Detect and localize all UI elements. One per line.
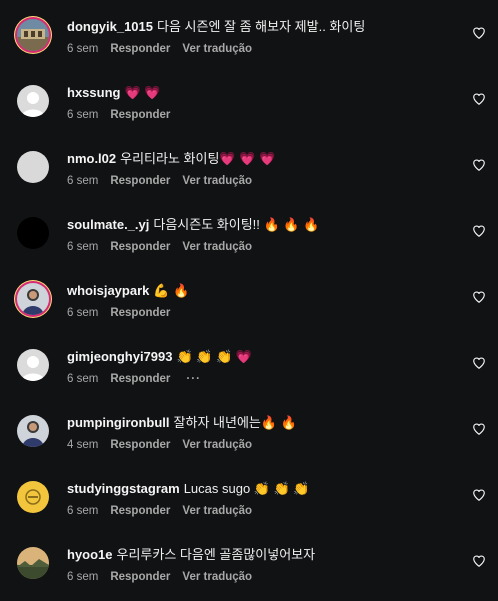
comment-item: hxssung 💗 💗 6 sem Responder <box>0 68 498 134</box>
comment-body: nmo.l02 우리티라노 화이팅💗 💗 💗 6 sem Responder Ver t… <box>67 150 458 189</box>
comment-username[interactable]: pumpingironbull <box>67 415 170 430</box>
comment-meta: 6 sem Responder <box>67 305 458 321</box>
reply-button[interactable]: Responder <box>110 569 170 585</box>
gray-avatar-icon <box>17 151 49 183</box>
reply-button[interactable]: Responder <box>110 305 170 321</box>
comment-timestamp: 6 sem <box>67 109 99 121</box>
user-avatar[interactable] <box>17 415 49 447</box>
like-heart-icon[interactable] <box>472 224 486 238</box>
comments-list: dongyik_1015 다음 시즌엔 잘 좀 해보자 제발.. 화이팅 6 sem… <box>0 0 498 601</box>
comment-username[interactable]: hxssung <box>67 85 120 100</box>
sunset-photo-avatar-icon <box>17 547 49 579</box>
comment-username[interactable]: studyinggstagram <box>67 481 180 496</box>
default-user-avatar-icon <box>17 85 49 117</box>
reply-button[interactable]: Responder <box>110 41 170 57</box>
comment-timestamp: 6 sem <box>67 505 99 517</box>
reply-button[interactable]: Responder <box>110 239 170 255</box>
comment-meta: 6 sem Responder Ver tradução <box>67 503 458 519</box>
comment-text: Lucas sugo 👏 👏 👏 <box>183 481 310 496</box>
comment-username[interactable]: soulmate._.yj <box>67 217 149 232</box>
user-avatar[interactable] <box>17 481 49 513</box>
reply-button[interactable]: Responder <box>110 173 170 189</box>
comment-username[interactable]: gimjeonghyi7993 <box>67 349 172 364</box>
like-heart-icon[interactable] <box>472 554 486 568</box>
reply-button[interactable]: Responder <box>110 437 170 453</box>
user-avatar[interactable] <box>17 85 49 117</box>
comment-body: hyoo1e 우리루카스 다음엔 골좀많이넣어보자 6 sem Responder Ve… <box>67 546 458 585</box>
see-translation-button[interactable]: Ver tradução <box>182 503 252 519</box>
comment-body: hxssung 💗 💗 6 sem Responder <box>67 84 458 123</box>
comment-username[interactable]: nmo.l02 <box>67 151 116 166</box>
user-avatar[interactable] <box>17 547 49 579</box>
person-photo-avatar-icon <box>17 415 49 447</box>
comment-text: 잘하자 내년에는🔥 🔥 <box>173 415 297 430</box>
more-options-button[interactable]: ··· <box>186 371 201 387</box>
see-translation-button[interactable]: Ver tradução <box>182 437 252 453</box>
comment-timestamp: 6 sem <box>67 241 99 253</box>
comment-timestamp: 6 sem <box>67 373 99 385</box>
comment-meta: 6 sem Responder ··· <box>67 371 458 387</box>
comment-text: 다음시즌도 화이팅!! 🔥 🔥 🔥 <box>153 217 320 232</box>
comment-body: dongyik_1015 다음 시즌엔 잘 좀 해보자 제발.. 화이팅 6 sem… <box>67 18 458 57</box>
comment-username[interactable]: dongyik_1015 <box>67 19 153 34</box>
like-heart-icon[interactable] <box>472 488 486 502</box>
comment-timestamp: 6 sem <box>67 43 99 55</box>
comment-text: 우리루카스 다음엔 골좀많이넣어보자 <box>116 547 316 562</box>
reply-button[interactable]: Responder <box>110 371 170 387</box>
comment-meta: 6 sem Responder <box>67 107 458 123</box>
user-avatar[interactable] <box>17 19 49 51</box>
user-avatar[interactable] <box>17 217 49 249</box>
comment-meta: 6 sem Responder Ver tradução <box>67 239 458 255</box>
comment-item: whoisjaypark 💪 🔥 6 sem Responder <box>0 266 498 332</box>
reply-button[interactable]: Responder <box>110 107 170 123</box>
comment-body: soulmate._.yj 다음시즌도 화이팅!! 🔥 🔥 🔥 6 sem Respo… <box>67 216 458 255</box>
like-heart-icon[interactable] <box>472 92 486 106</box>
comment-body: studyinggstagram Lucas sugo 👏 👏 👏 6 sem Res… <box>67 480 458 519</box>
comment-meta: 6 sem Responder Ver tradução <box>67 173 458 189</box>
comment-meta: 4 sem Responder Ver tradução <box>67 437 458 453</box>
comment-timestamp: 6 sem <box>67 571 99 583</box>
comment-meta: 6 sem Responder Ver tradução <box>67 569 458 585</box>
comment-item: nmo.l02 우리티라노 화이팅💗 💗 💗 6 sem Responder Ver t… <box>0 134 498 200</box>
comment-meta: 6 sem Responder Ver tradução <box>67 41 458 57</box>
see-translation-button[interactable]: Ver tradução <box>182 41 252 57</box>
default-user-avatar-icon <box>17 349 49 381</box>
comment-timestamp: 6 sem <box>67 307 99 319</box>
comment-item: dongyik_1015 다음 시즌엔 잘 좀 해보자 제발.. 화이팅 6 sem… <box>0 2 498 68</box>
comment-text: 다음 시즌엔 잘 좀 해보자 제발.. 화이팅 <box>157 19 366 34</box>
like-heart-icon[interactable] <box>472 26 486 40</box>
person-photo-avatar-icon <box>17 283 49 315</box>
comment-timestamp: 6 sem <box>67 175 99 187</box>
see-translation-button[interactable]: Ver tradução <box>182 173 252 189</box>
comment-text: 우리티라노 화이팅💗 💗 💗 <box>120 151 276 166</box>
comment-text: 👏 👏 👏 💗 <box>176 349 253 364</box>
user-avatar[interactable] <box>17 151 49 183</box>
comment-item: studyinggstagram Lucas sugo 👏 👏 👏 6 sem Res… <box>0 464 498 530</box>
comment-item: pumpingironbull 잘하자 내년에는🔥 🔥 4 sem Responder… <box>0 398 498 464</box>
see-translation-button[interactable]: Ver tradução <box>182 569 252 585</box>
comment-text: 💗 💗 <box>124 85 161 100</box>
comment-timestamp: 4 sem <box>67 439 99 451</box>
comment-item: hyoo1e 우리루카스 다음엔 골좀많이넣어보자 6 sem Responder Ve… <box>0 530 498 596</box>
comment-item: gimjeonghyi7993 👏 👏 👏 💗 6 sem Responder ··· <box>0 332 498 398</box>
user-avatar[interactable] <box>17 349 49 381</box>
see-translation-button[interactable]: Ver tradução <box>182 239 252 255</box>
comment-body: pumpingironbull 잘하자 내년에는🔥 🔥 4 sem Responder… <box>67 414 458 453</box>
like-heart-icon[interactable] <box>472 356 486 370</box>
yellow-logo-avatar-icon <box>17 481 49 513</box>
comment-username[interactable]: whoisjaypark <box>67 283 149 298</box>
comment-text: 💪 🔥 <box>153 283 190 298</box>
like-heart-icon[interactable] <box>472 158 486 172</box>
comment-body: gimjeonghyi7993 👏 👏 👏 💗 6 sem Responder ··· <box>67 348 458 387</box>
comment-body: whoisjaypark 💪 🔥 6 sem Responder <box>67 282 458 321</box>
like-heart-icon[interactable] <box>472 422 486 436</box>
reply-button[interactable]: Responder <box>110 503 170 519</box>
comment-item: soulmate._.yj 다음시즌도 화이팅!! 🔥 🔥 🔥 6 sem Respo… <box>0 200 498 266</box>
comment-username[interactable]: hyoo1e <box>67 547 113 562</box>
user-avatar[interactable] <box>17 283 49 315</box>
landscape-photo-avatar-icon <box>17 19 49 51</box>
like-heart-icon[interactable] <box>472 290 486 304</box>
black-avatar-icon <box>17 217 49 249</box>
